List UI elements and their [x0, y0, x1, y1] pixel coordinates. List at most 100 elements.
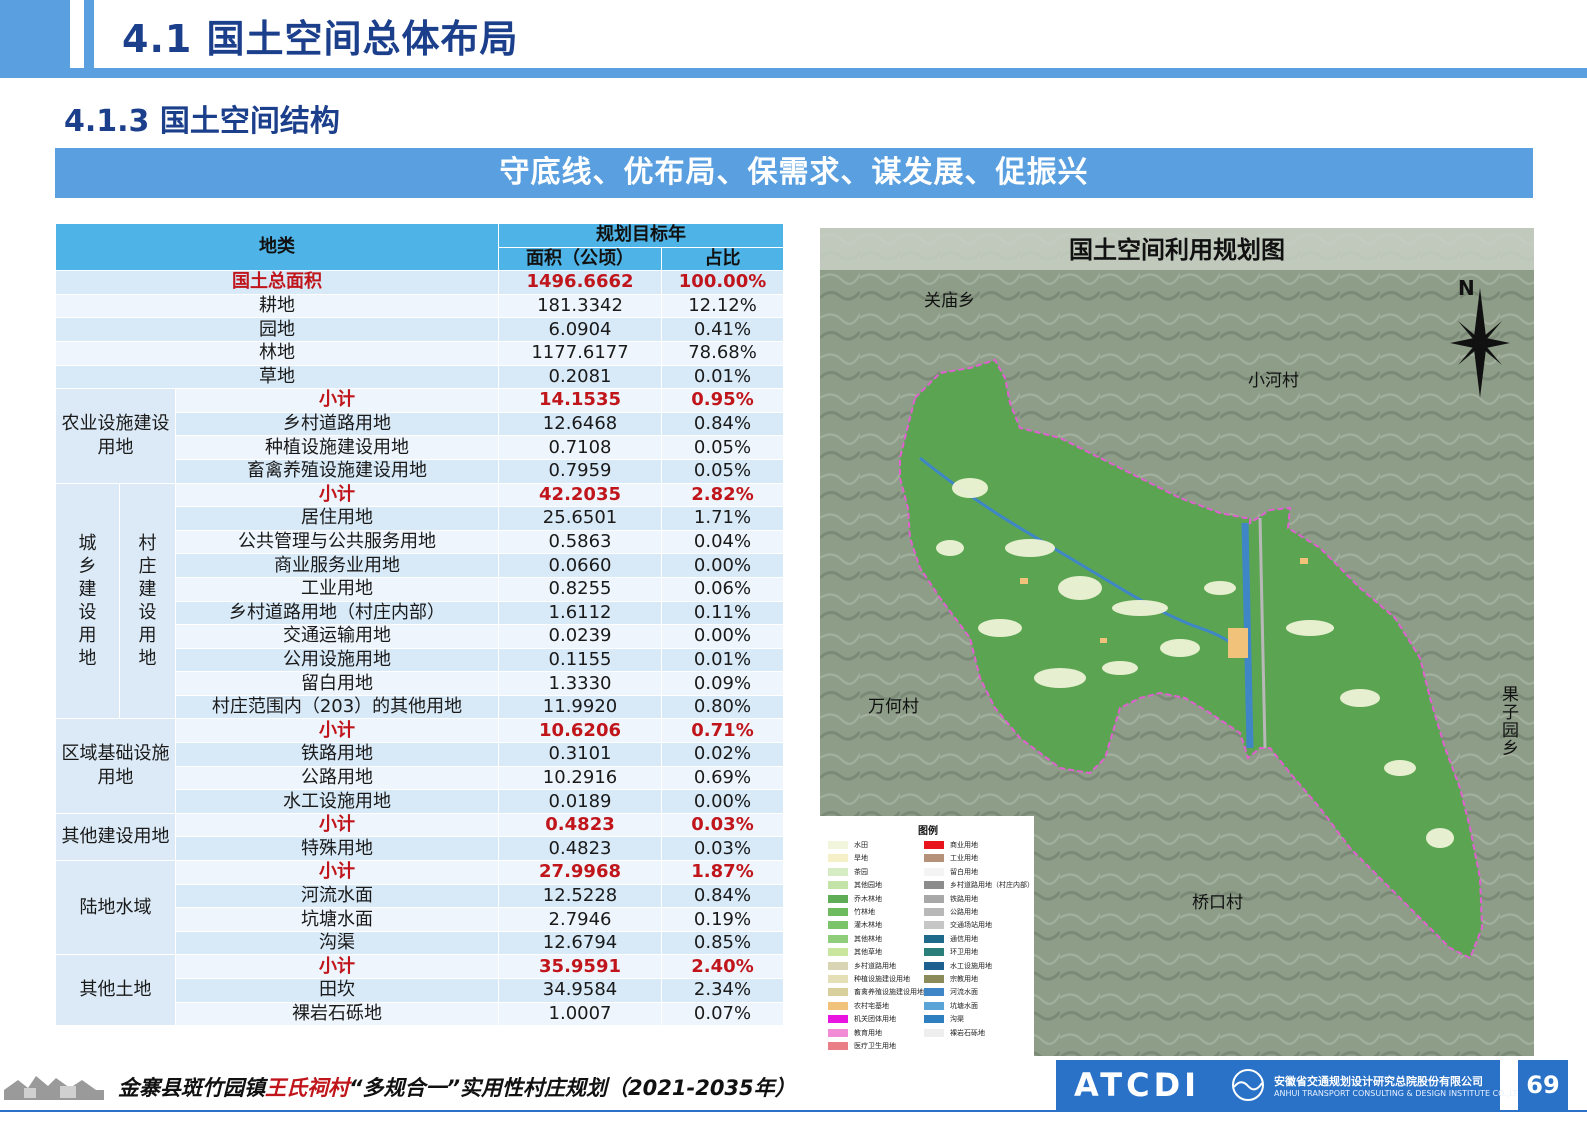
row-label: 特殊用地 [174, 836, 500, 862]
north-label: N [1458, 276, 1475, 300]
section-subtitle: 4.1.3 国土空间结构 [64, 104, 340, 139]
legend-swatch [828, 841, 848, 849]
subtotal-label: 小计 [174, 482, 500, 508]
subtotal-area: 0.4823 [498, 812, 663, 838]
row-label: 公共管理与公共服务用地 [174, 529, 500, 555]
legend-label: 商业用地 [950, 841, 978, 849]
legend-swatch [828, 961, 848, 970]
subtotal-area: 35.9591 [498, 954, 663, 979]
row-label: 田坎 [174, 978, 500, 1003]
land-use-table: 地类 规划目标年 面积（公顷） 占比 国土总面积 1496.6662 100.00%… [54, 222, 785, 1027]
row-ratio: 2.34% [661, 978, 785, 1003]
row-area: 34.9584 [498, 978, 663, 1003]
legend-item: 医疗卫生用地 [828, 1041, 896, 1051]
legend-label: 沟渠 [950, 1015, 964, 1024]
row-area: 0.3101 [498, 742, 663, 767]
legend-item: 其他草地 [828, 947, 882, 957]
legend-label: 农村宅基地 [854, 1001, 889, 1010]
row-ratio: 0.80% [661, 694, 785, 720]
row-label: 水工设施用地 [174, 789, 500, 814]
table-row: 农业设施建设用地 小计 14.1535 0.95% [55, 388, 785, 484]
table-row: 林地 1177.6177 78.68% [54, 340, 785, 366]
row-area: 0.1155 [498, 647, 663, 673]
legend-label: 乡村道路用地（村庄内部） [950, 881, 1034, 890]
legend-swatch [924, 988, 944, 997]
legend-swatch [828, 1001, 848, 1010]
group-name: 区域基础设施用地 [55, 718, 176, 814]
legend-label: 铁路用地 [950, 894, 978, 903]
legend-item: 机关团体用地 [828, 1014, 896, 1024]
row-area: 0.4823 [498, 836, 663, 862]
subtotal-label: 小计 [174, 388, 500, 413]
legend-swatch [924, 881, 944, 890]
row-label: 留白用地 [174, 671, 500, 696]
legend-swatch [828, 921, 848, 930]
row-area: 0.0189 [498, 789, 663, 814]
group-name: 其他土地 [55, 954, 176, 1027]
subtotal-ratio: 0.95% [661, 388, 785, 413]
wave-icon [1232, 1069, 1264, 1101]
legend-label: 旱地 [854, 854, 868, 863]
legend-label: 医疗卫生用地 [854, 1042, 896, 1050]
legend-item: 乡村道路用地（村庄内部） [924, 880, 1034, 890]
project-name-suffix: “多规合一”实用性村庄规划（2021-2035年） [349, 1076, 796, 1100]
row-ratio: 78.68% [661, 340, 785, 366]
legend-swatch [924, 921, 944, 930]
legend-swatch [924, 948, 944, 957]
legend-item: 沟渠 [924, 1014, 964, 1024]
row-ratio: 0.00% [661, 624, 785, 649]
row-label: 林地 [54, 340, 500, 366]
legend-item: 其他林地 [828, 934, 882, 944]
legend-label: 教育用地 [854, 1028, 882, 1037]
subtotal-label: 小计 [174, 812, 500, 838]
legend-label: 裸岩石砾地 [950, 1028, 985, 1037]
row-label: 坑塘水面 [174, 907, 500, 932]
legend-item: 教育用地 [828, 1028, 882, 1038]
table-row: 耕地 181.3342 12.12% [54, 293, 785, 319]
group-name: 城乡建设用地 [78, 533, 97, 669]
legend-item: 旱地 [828, 853, 868, 863]
row-ratio: 0.01% [661, 364, 785, 390]
legend-swatch [828, 854, 848, 863]
legend-label: 其他林地 [854, 934, 882, 943]
legend-swatch [924, 1028, 944, 1037]
legend-label: 其他园地 [854, 881, 882, 890]
group-name: 农业设施建设用地 [55, 388, 176, 484]
row-area: 25.6501 [498, 506, 663, 531]
legend-label: 河流水面 [950, 988, 978, 997]
row-area: 10.2916 [498, 765, 663, 791]
header-divider [0, 68, 1587, 78]
place-label: 关庙乡 [924, 291, 975, 311]
legend-swatch [828, 1015, 848, 1024]
legend-label: 乔木林地 [854, 894, 882, 903]
legend-swatch [924, 854, 944, 863]
legend-swatch [828, 988, 848, 997]
legend-label: 交通场站用地 [950, 921, 992, 930]
row-ratio: 0.19% [661, 907, 785, 932]
row-ratio: 0.00% [661, 553, 785, 578]
legend-swatch [828, 881, 848, 890]
row-ratio: 0.84% [661, 411, 785, 437]
row-label: 沟渠 [174, 930, 500, 956]
row-label: 公路用地 [174, 765, 500, 791]
row-area: 181.3342 [498, 293, 663, 319]
table-row: 陆地水域 小计 27.9968 1.87% [55, 860, 785, 956]
legend-swatch [828, 1028, 848, 1037]
legend-label: 机关团体用地 [854, 1015, 896, 1024]
legend-item: 铁路用地 [924, 894, 978, 904]
row-area: 12.6794 [498, 930, 663, 956]
group-name-vertical: 城乡建设用地 [55, 482, 120, 720]
row-label: 工业用地 [174, 576, 500, 602]
legend-item: 河流水面 [924, 987, 978, 997]
row-area: 0.0660 [498, 553, 663, 578]
row-ratio: 0.01% [661, 647, 785, 673]
legend-item: 宗教用地 [924, 974, 978, 984]
legend-label: 水田 [854, 841, 868, 849]
subtotal-area: 42.2035 [498, 482, 663, 508]
header-category: 地类 [54, 222, 500, 272]
row-label: 商业服务业用地 [174, 553, 500, 578]
company-logo: ATCDI [1074, 1066, 1201, 1104]
legend-label: 环卫用地 [950, 948, 978, 957]
slogan-text: 守底线、优布局、保需求、谋发展、促振兴 [499, 155, 1089, 190]
legend-item: 留白用地 [924, 867, 978, 877]
